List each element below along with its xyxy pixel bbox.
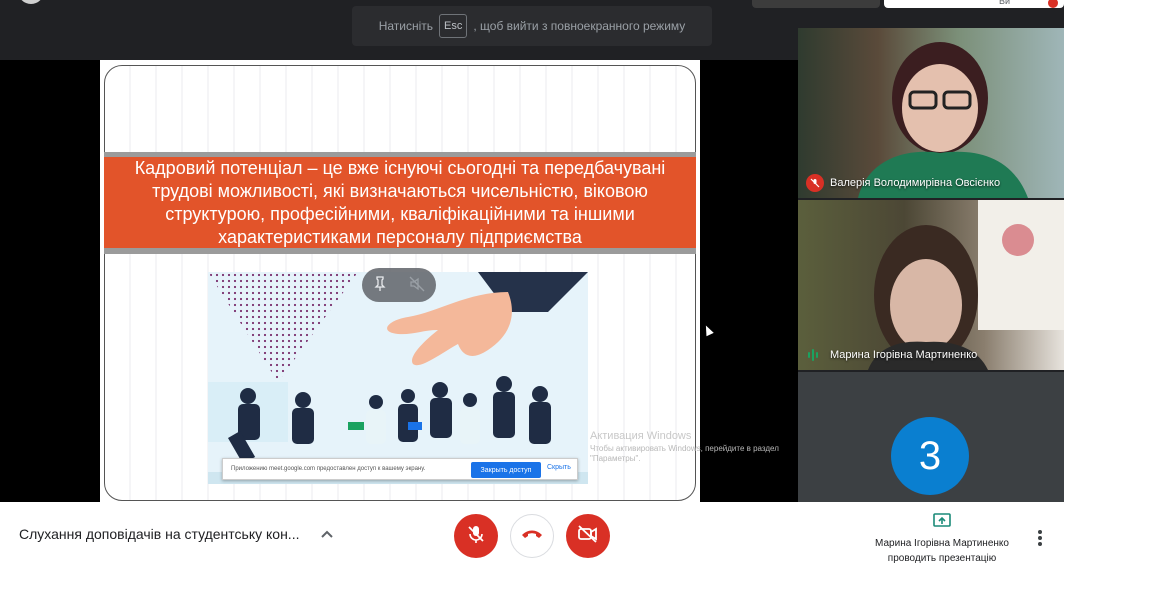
mute-presentation-audio-icon[interactable]	[409, 276, 425, 295]
participant-tile-1[interactable]: Валерія Володимирівна Овсієнко	[798, 28, 1064, 198]
camera-toggle-button[interactable]	[566, 514, 610, 558]
bottom-toolbar: Слухання доповідачів на студентську кон.…	[0, 502, 1170, 600]
top-participant-strip	[752, 0, 880, 8]
pin-controls	[362, 268, 436, 302]
speaking-indicator-icon	[808, 349, 818, 361]
presenter-status: проводить презентацію	[887, 553, 997, 564]
leave-call-button[interactable]	[510, 514, 554, 558]
screen-share-text: Приложению meet.google.com предоставлен …	[231, 466, 426, 472]
others-count: 3	[891, 417, 969, 495]
camera-off-icon	[577, 524, 599, 549]
participant-name: Марина Ігорівна Мартиненко	[830, 349, 978, 361]
esc-key: Esc	[439, 14, 468, 38]
meeting-stage: Натисніть Esc , щоб вийти з повноекранно…	[0, 0, 1064, 502]
hr-illustration	[208, 272, 588, 484]
dotted-triangle	[208, 272, 358, 382]
others-tile[interactable]: 3	[798, 372, 1064, 502]
self-view-label-box	[884, 0, 1064, 8]
avatar	[18, 0, 44, 4]
pin-icon[interactable]	[373, 275, 387, 295]
stop-sharing-button[interactable]: Закрыть доступ	[471, 462, 541, 478]
presenter-name: Марина Ігорівна Мартиненко	[875, 538, 1009, 549]
self-label: Ви	[999, 0, 1011, 6]
hide-notice-link[interactable]: Скрыть	[547, 464, 571, 471]
end-call-icon	[521, 527, 543, 545]
participant-name: Валерія Володимирівна Овсієнко	[830, 177, 1001, 189]
meeting-title[interactable]: Слухання доповідачів на студентську кон.…	[19, 526, 309, 542]
slide-banner-text: Кадровий потенціал – це вже існуючі сьог…	[104, 152, 696, 254]
esc-hint-suffix: , щоб вийти з повноекранного режиму	[473, 19, 686, 33]
participant-tile-2[interactable]: Марина Ігорівна Мартиненко	[798, 200, 1064, 370]
mic-off-icon	[466, 524, 486, 549]
chevron-up-icon[interactable]	[317, 524, 337, 544]
present-screen-icon	[862, 512, 1022, 533]
microphone-toggle-button[interactable]	[454, 514, 498, 558]
windows-activation-title: Активация Windows	[590, 430, 692, 442]
hr-illustration-graphic	[208, 272, 588, 484]
windows-activation-text: Чтобы активировать Windows, перейдите в …	[590, 444, 779, 463]
mic-off-icon	[806, 174, 824, 192]
screen-share-notice: Приложению meet.google.com предоставлен …	[222, 458, 578, 480]
participant-video-1	[858, 42, 1028, 198]
more-options-icon[interactable]	[1034, 526, 1046, 550]
presenter-info[interactable]: Марина Ігорівна Мартиненко проводить пре…	[862, 510, 1022, 566]
esc-hint-prefix: Натисніть	[378, 19, 434, 33]
reaching-hand	[387, 292, 512, 366]
participant-video-2	[868, 200, 1064, 370]
fullscreen-exit-hint: Натисніть Esc , щоб вийти з повноекранно…	[352, 6, 712, 46]
